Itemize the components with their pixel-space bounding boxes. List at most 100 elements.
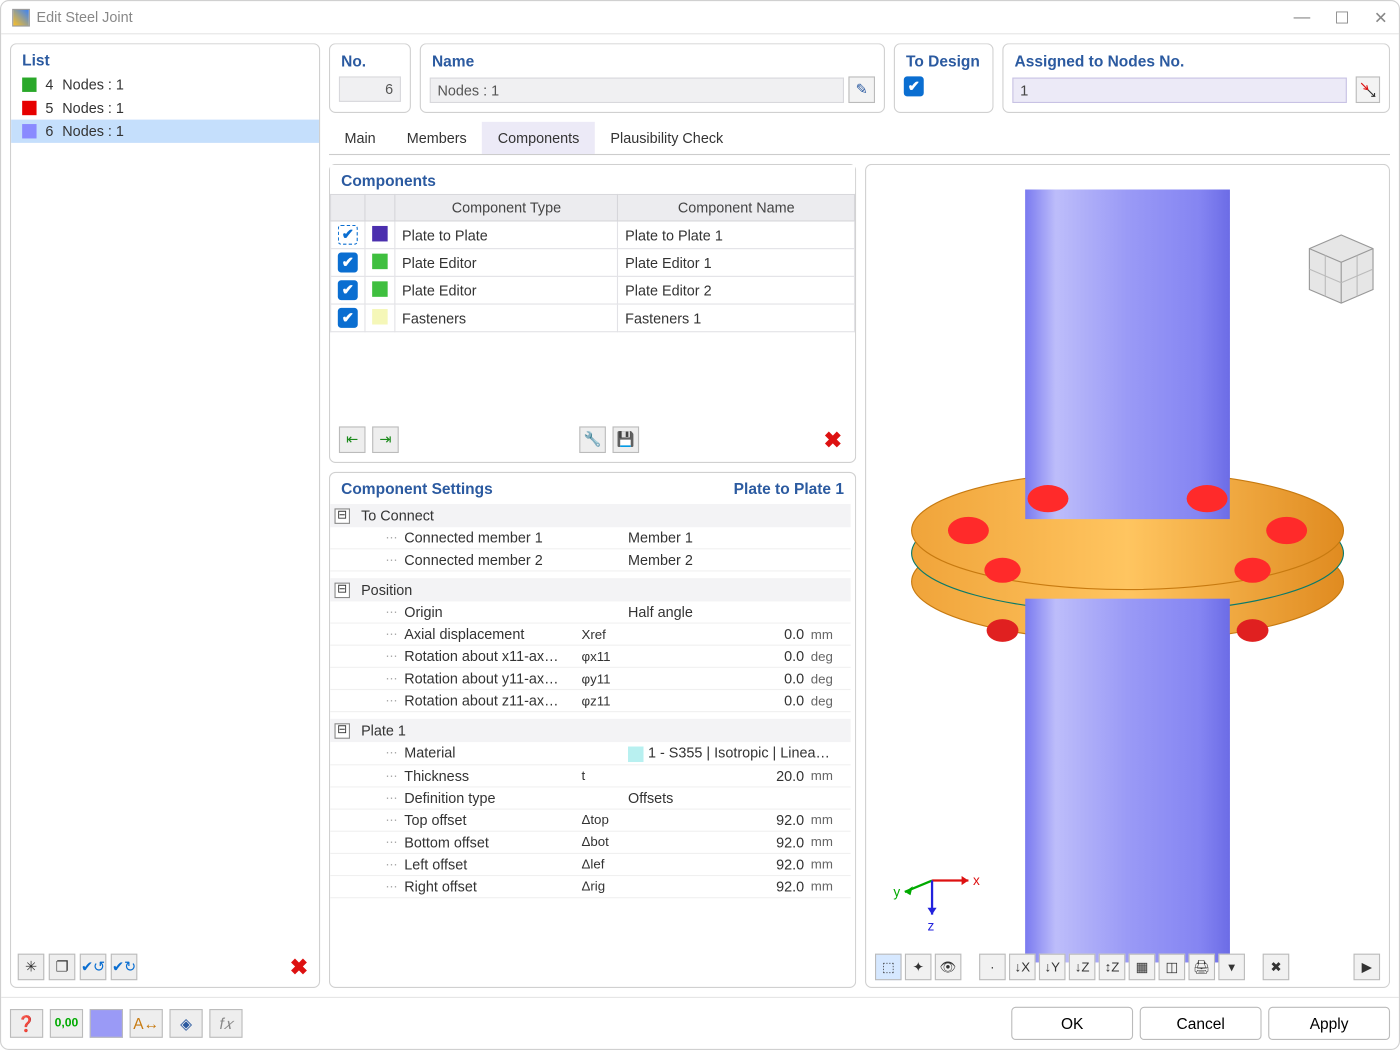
- vp-tool-3[interactable]: ∙: [979, 954, 1006, 981]
- pick-node-icon[interactable]: [1356, 76, 1380, 103]
- list-new-icon[interactable]: ✳: [18, 954, 45, 981]
- vp-tool-11[interactable]: ▾: [1218, 954, 1245, 981]
- vp-tool-12[interactable]: ✖: [1263, 954, 1290, 981]
- tree-row[interactable]: ⋯Connected member 1Member 1: [330, 527, 851, 549]
- viewport-3d[interactable]: x y z: [865, 164, 1390, 988]
- fx-icon[interactable]: f𝑥: [209, 1009, 242, 1038]
- vp-tool-10[interactable]: 🖨: [1188, 954, 1215, 981]
- components-table: Component Type Component Name ✔Plate to …: [330, 194, 855, 332]
- col-type: Component Type: [395, 194, 618, 221]
- label-icon[interactable]: A↔: [130, 1009, 163, 1038]
- app-icon: [12, 8, 30, 26]
- tree-row[interactable]: ⋯Rotation about z11-ax…φz110.0deg: [330, 690, 851, 712]
- comp-movedown-icon[interactable]: ⇥: [372, 426, 399, 453]
- svg-text:y: y: [893, 884, 900, 899]
- tree-row[interactable]: ⋯Axial displacementXref0.0mm: [330, 624, 851, 646]
- component-row[interactable]: ✔FastenersFasteners 1: [331, 304, 855, 332]
- todesign-panel: To Design ✔: [894, 43, 994, 113]
- list-swatch: [22, 124, 36, 138]
- list-swatch: [22, 78, 36, 92]
- name-panel: Name Nodes : 1 ✎: [420, 43, 885, 113]
- tree-row[interactable]: ⋯Connected member 2Member 2: [330, 549, 851, 571]
- vp-tool-1[interactable]: ✦: [905, 954, 932, 981]
- tree-row[interactable]: ⋯Left offsetΔlef92.0mm: [330, 853, 851, 875]
- globe-icon[interactable]: ◈: [169, 1009, 202, 1038]
- settings-panel: Component Settings Plate to Plate 1 ⊟To …: [329, 472, 856, 988]
- list-swatch: [22, 101, 36, 115]
- collapse-icon[interactable]: ⊟: [334, 582, 350, 598]
- vp-tool-9[interactable]: ◫: [1159, 954, 1186, 981]
- vp-tool-8[interactable]: ▦: [1129, 954, 1156, 981]
- tree-row[interactable]: ⋯Definition typeOffsets: [330, 787, 851, 809]
- comp-add-icon[interactable]: 🔧: [579, 426, 606, 453]
- component-row[interactable]: ✔Plate to PlatePlate to Plate 1: [331, 221, 855, 249]
- todesign-label: To Design: [895, 44, 992, 74]
- collapse-icon[interactable]: ⊟: [334, 723, 350, 739]
- list-item[interactable]: 5Nodes : 1: [11, 96, 319, 119]
- tree-group[interactable]: ⊟To Connect: [330, 504, 851, 527]
- todesign-checkbox[interactable]: ✔: [904, 76, 924, 96]
- tab-main[interactable]: Main: [329, 122, 391, 154]
- vp-tool-2[interactable]: 👁: [935, 954, 962, 981]
- tree-row[interactable]: ⋯Rotation about y11-ax…φy110.0deg: [330, 668, 851, 690]
- window-title: Edit Steel Joint: [37, 9, 133, 26]
- window: Edit Steel Joint — ☐ ✕ List 4Nodes : 15N…: [0, 0, 1400, 1050]
- tree-row[interactable]: ⋯Thicknesst20.0mm: [330, 765, 851, 787]
- settings-tree: ⊟To Connect⋯Connected member 1Member 1⋯C…: [330, 504, 855, 904]
- tree-row[interactable]: ⋯Right offsetΔrig92.0mm: [330, 876, 851, 898]
- cancel-button[interactable]: Cancel: [1140, 1007, 1262, 1040]
- no-panel: No. 6: [329, 43, 411, 113]
- list-checkall-icon[interactable]: ✔↻: [111, 954, 138, 981]
- list-item[interactable]: 6Nodes : 1: [11, 120, 319, 143]
- vp-tool-5[interactable]: ↓Y: [1039, 954, 1066, 981]
- list-panel: List 4Nodes : 15Nodes : 16Nodes : 1 ✳ ❐ …: [10, 43, 320, 988]
- tree-row[interactable]: ⋯Rotation about x11-ax…φx110.0deg: [330, 646, 851, 668]
- list-item[interactable]: 4Nodes : 1: [11, 73, 319, 96]
- close-icon[interactable]: ✕: [1374, 7, 1388, 27]
- tree-row[interactable]: ⋯Bottom offsetΔbot92.0mm: [330, 831, 851, 853]
- minimize-icon[interactable]: —: [1294, 7, 1311, 27]
- comp-delete-icon[interactable]: ✖: [820, 426, 847, 453]
- components-title: Components: [330, 165, 855, 194]
- list-copy-icon[interactable]: ❐: [49, 954, 76, 981]
- vp-tool-4[interactable]: ↓X: [1009, 954, 1036, 981]
- edit-name-icon[interactable]: ✎: [848, 76, 875, 103]
- vp-tool-0[interactable]: ⬚: [875, 954, 902, 981]
- assigned-panel: Assigned to Nodes No.: [1002, 43, 1390, 113]
- vp-tool-13[interactable]: ▶: [1353, 954, 1380, 981]
- color-icon[interactable]: [90, 1009, 123, 1038]
- units-icon[interactable]: 0,00: [50, 1009, 83, 1038]
- tree-row[interactable]: ⋯Top offsetΔtop92.0mm: [330, 809, 851, 831]
- component-row[interactable]: ✔Plate EditorPlate Editor 2: [331, 276, 855, 304]
- tree-group[interactable]: ⊟Position: [330, 578, 851, 601]
- comp-save-icon[interactable]: 💾: [613, 426, 640, 453]
- list-delete-icon[interactable]: ✖: [286, 954, 313, 981]
- vp-tool-7[interactable]: ↕Z: [1099, 954, 1126, 981]
- viewport-toolbar: ⬚✦👁 ∙↓X↓Y↓Z↕Z▦◫🖨▾ ✖ ▶: [875, 954, 1380, 981]
- tree-row[interactable]: ⋯Material1 - S355 | Isotropic | Linea…: [330, 742, 851, 765]
- assigned-input[interactable]: [1012, 77, 1347, 102]
- view-cube-icon: [1309, 235, 1373, 303]
- svg-text:x: x: [973, 873, 980, 888]
- vp-tool-6[interactable]: ↓Z: [1069, 954, 1096, 981]
- list-check-icon[interactable]: ✔↺: [80, 954, 107, 981]
- collapse-icon[interactable]: ⊟: [334, 508, 350, 524]
- maximize-icon[interactable]: ☐: [1335, 7, 1350, 27]
- tree-group[interactable]: ⊟Plate 1: [330, 719, 851, 742]
- ok-button[interactable]: OK: [1011, 1007, 1133, 1040]
- settings-subtitle: Plate to Plate 1: [734, 480, 844, 498]
- tab-plausibility-check[interactable]: Plausibility Check: [595, 122, 739, 154]
- tree-row[interactable]: ⋯OriginHalf angle: [330, 601, 851, 623]
- no-label: No.: [330, 44, 410, 74]
- comp-moveup-icon[interactable]: ⇤: [339, 426, 366, 453]
- component-row[interactable]: ✔Plate EditorPlate Editor 1: [331, 249, 855, 277]
- apply-button[interactable]: Apply: [1268, 1007, 1390, 1040]
- dialog-footer: ❓ 0,00 A↔ ◈ f𝑥 OK Cancel Apply: [1, 997, 1399, 1049]
- help-icon[interactable]: ❓: [10, 1009, 43, 1038]
- list-items: 4Nodes : 15Nodes : 16Nodes : 1: [11, 73, 319, 947]
- window-controls: — ☐ ✕: [1294, 7, 1388, 27]
- tab-components[interactable]: Components: [482, 122, 595, 154]
- settings-title: Component Settings: [341, 480, 493, 498]
- tab-members[interactable]: Members: [391, 122, 482, 154]
- assigned-label: Assigned to Nodes No.: [1003, 44, 1388, 74]
